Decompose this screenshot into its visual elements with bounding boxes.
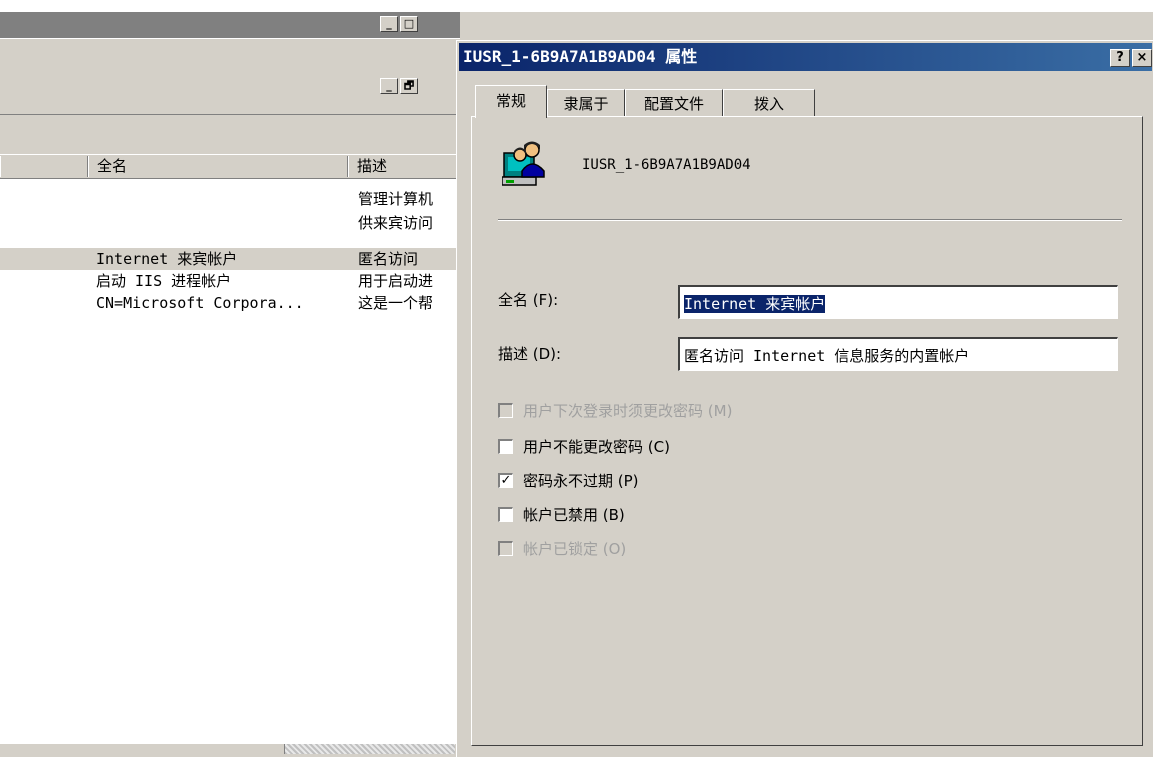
scrollbar-track[interactable] bbox=[284, 744, 455, 754]
tab-profile[interactable]: 配置文件 bbox=[625, 89, 723, 117]
close-button[interactable]: × bbox=[1132, 49, 1152, 67]
column-header-name[interactable] bbox=[0, 156, 88, 177]
user-properties-dialog: IUSR_1-6B9A7A1B9AD04 属性 ? × 常规 隶属于 配置文件 … bbox=[456, 40, 1153, 757]
tab-general[interactable]: 常规 bbox=[475, 85, 547, 118]
row-fullname: CN=Microsoft Corpora... bbox=[96, 294, 304, 312]
full-name-input[interactable]: Internet 来宾帐户 bbox=[678, 285, 1118, 319]
password-never-expires-checkbox[interactable]: ✓ 密码永不过期 (P) bbox=[498, 469, 639, 491]
row-description: 供来宾访问 bbox=[358, 214, 434, 232]
row-fullname: 启动 IIS 进程帐户 bbox=[96, 272, 232, 290]
description-value: 匿名访问 Internet 信息服务的内置帐户 bbox=[684, 347, 970, 365]
full-name-value: Internet 来宾帐户 bbox=[684, 295, 826, 313]
mdi-restore-button[interactable]: 🗗 bbox=[400, 78, 418, 94]
users-icon bbox=[502, 141, 545, 186]
dialog-title: IUSR_1-6B9A7A1B9AD04 属性 bbox=[463, 47, 698, 66]
checkbox-box bbox=[498, 402, 513, 418]
minimize-button[interactable]: _ bbox=[380, 16, 398, 32]
column-header-fullname[interactable]: 全名 bbox=[88, 156, 348, 177]
tab-member-of[interactable]: 隶属于 bbox=[547, 89, 625, 117]
account-locked-checkbox[interactable]: 帐户已锁定 (O) bbox=[498, 537, 626, 559]
users-list[interactable]: 全名 描述 管理计算机 供来宾访问 Internet 来宾帐户 匿名访问 启动 … bbox=[0, 156, 460, 744]
dialog-title-controls: ? × bbox=[1110, 49, 1152, 67]
table-row[interactable]: 启动 IIS 进程帐户 用于启动进 bbox=[0, 270, 458, 292]
checkbox-box bbox=[498, 438, 513, 454]
table-row-selected[interactable]: Internet 来宾帐户 匿名访问 bbox=[0, 248, 458, 270]
row-fullname: Internet 来宾帐户 bbox=[96, 250, 238, 268]
column-header-description[interactable]: 描述 bbox=[348, 156, 460, 177]
row-description: 这是一个帮 bbox=[358, 294, 434, 312]
account-name: IUSR_1-6B9A7A1B9AD04 bbox=[582, 157, 751, 173]
desktop-strip bbox=[0, 0, 1153, 12]
list-header: 全名 描述 bbox=[0, 156, 460, 179]
divider bbox=[498, 219, 1122, 221]
cannot-change-password-checkbox[interactable]: 用户不能更改密码 (C) bbox=[498, 435, 670, 457]
bg-window-controls: _ □ bbox=[380, 16, 418, 32]
checkmark-icon: ✓ bbox=[498, 472, 513, 488]
checkbox-box bbox=[498, 506, 513, 522]
tab-dial-in[interactable]: 拨入 bbox=[723, 89, 815, 117]
table-row[interactable]: CN=Microsoft Corpora... 这是一个帮 bbox=[0, 292, 458, 314]
checkbox-box bbox=[498, 540, 513, 556]
checkbox-label: 用户不能更改密码 (C) bbox=[523, 437, 670, 456]
table-row[interactable]: 管理计算机 bbox=[0, 188, 458, 210]
mdi-child-controls: _ 🗗 bbox=[380, 78, 418, 94]
checkbox-label: 用户下次登录时须更改密码 (M) bbox=[523, 401, 733, 420]
checkbox-label: 帐户已锁定 (O) bbox=[523, 539, 627, 558]
must-change-password-checkbox[interactable]: 用户下次登录时须更改密码 (M) bbox=[498, 399, 732, 421]
account-disabled-checkbox[interactable]: 帐户已禁用 (B) bbox=[498, 503, 625, 525]
row-description: 用于启动进 bbox=[358, 272, 434, 290]
general-tab-panel: IUSR_1-6B9A7A1B9AD04 全名 (F): Internet 来宾… bbox=[471, 116, 1143, 746]
description-label: 描述 (D): bbox=[498, 345, 562, 363]
full-name-label: 全名 (F): bbox=[498, 291, 559, 309]
row-description: 匿名访问 bbox=[358, 250, 419, 268]
row-description: 管理计算机 bbox=[358, 190, 434, 208]
table-row[interactable]: 供来宾访问 bbox=[0, 212, 458, 234]
mdi-minimize-button[interactable]: _ bbox=[380, 78, 398, 94]
dialog-titlebar[interactable]: IUSR_1-6B9A7A1B9AD04 属性 ? × bbox=[459, 43, 1152, 71]
description-input[interactable]: 匿名访问 Internet 信息服务的内置帐户 bbox=[678, 337, 1118, 371]
help-button[interactable]: ? bbox=[1110, 49, 1130, 67]
bg-toolbar bbox=[0, 114, 460, 155]
maximize-button[interactable]: □ bbox=[400, 16, 418, 32]
checkbox-label: 密码永不过期 (P) bbox=[523, 471, 639, 490]
computer-management-window: _ □ _ 🗗 全名 描述 管理计算机 供来宾访问 Internet 来宾帐户 … bbox=[0, 0, 1153, 757]
checkbox-label: 帐户已禁用 (B) bbox=[523, 505, 625, 524]
